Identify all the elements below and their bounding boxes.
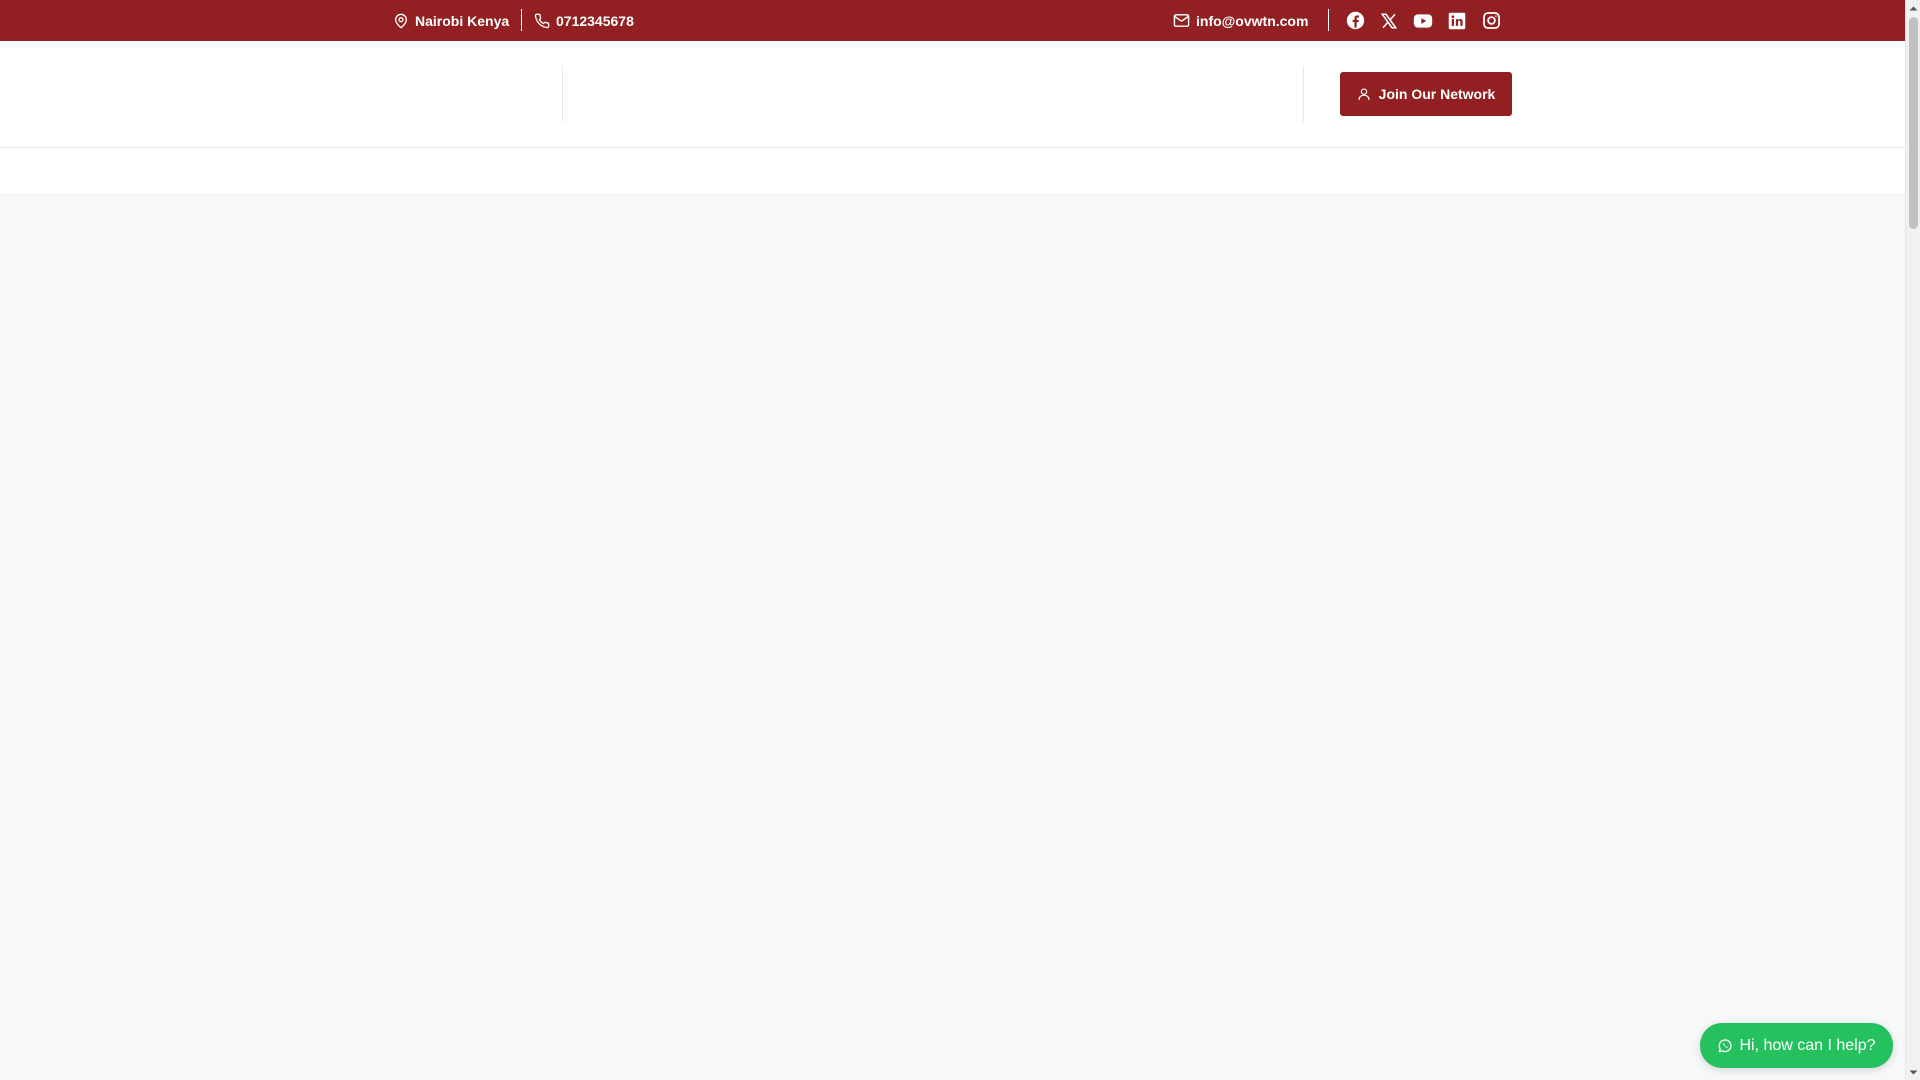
x-twitter-icon[interactable] xyxy=(1379,11,1399,31)
phone-icon xyxy=(534,13,550,28)
whatsapp-icon xyxy=(1719,1038,1733,1052)
divider xyxy=(1328,9,1329,31)
email-item[interactable]: info@ovwtn.com xyxy=(1173,0,1308,41)
instagram-icon[interactable] xyxy=(1481,11,1501,31)
phone-text: 0712345678 xyxy=(556,12,634,29)
site-header: Join Our Network xyxy=(0,41,1905,148)
join-network-label: Join Our Network xyxy=(1378,86,1496,102)
social-links xyxy=(1345,0,1515,41)
email-text: info@ovwtn.com xyxy=(1196,12,1309,29)
scrollbar-thumb[interactable] xyxy=(1909,17,1918,229)
sub-header-band xyxy=(0,148,1905,193)
scroll-down-icon[interactable] xyxy=(1906,1065,1920,1080)
linkedin-icon[interactable] xyxy=(1447,11,1467,31)
user-icon xyxy=(1358,88,1370,101)
divider xyxy=(521,9,522,31)
header-divider xyxy=(1303,66,1304,122)
youtube-icon[interactable] xyxy=(1413,11,1433,31)
location-text: Nairobi Kenya xyxy=(415,12,510,29)
join-network-button[interactable]: Join Our Network xyxy=(1340,72,1512,116)
whatsapp-chat-button[interactable]: Hi, how can I help? xyxy=(1700,1023,1893,1068)
header-divider xyxy=(562,66,563,122)
scroll-up-icon[interactable] xyxy=(1906,0,1920,15)
whatsapp-label: Hi, how can I help? xyxy=(1739,1036,1876,1054)
vertical-scrollbar[interactable] xyxy=(1905,0,1920,1080)
map-pin-icon xyxy=(395,13,407,28)
facebook-icon[interactable] xyxy=(1345,11,1365,31)
mail-icon xyxy=(1173,14,1190,27)
page: Nairobi Kenya 0712345678 info@ovwtn.com xyxy=(0,0,1905,1080)
top-contact-bar: Nairobi Kenya 0712345678 info@ovwtn.com xyxy=(0,0,1905,41)
phone-item[interactable]: 0712345678 xyxy=(534,0,634,41)
location-item: Nairobi Kenya xyxy=(393,0,509,41)
